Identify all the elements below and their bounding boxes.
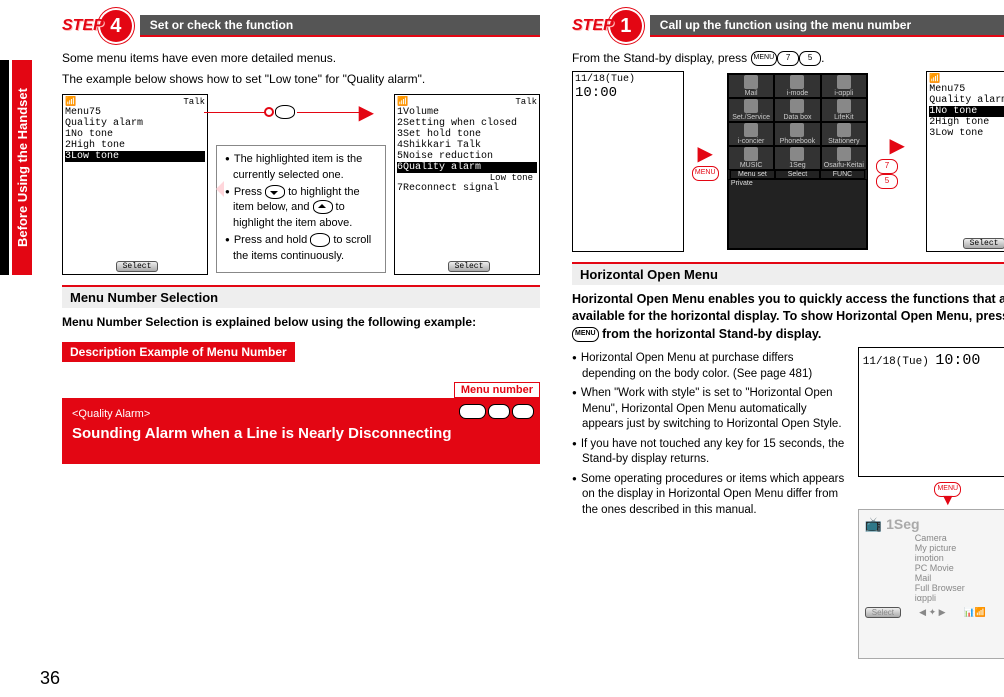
step-title: Set or check the function <box>140 15 540 37</box>
arrow-right-icon: ▶ <box>698 141 713 166</box>
menu-grid-cell: Stationery <box>821 122 867 146</box>
nav-key-icon <box>275 105 295 119</box>
menu-grid-cell: 1Seg <box>774 146 820 170</box>
connector-dot <box>264 107 274 117</box>
select-button: Select <box>116 261 159 272</box>
side-tab-label: Before Using the Handset <box>15 88 30 247</box>
menu-grid-cell: Osaifu-Keitai <box>821 146 867 170</box>
left-column: STEP 4 Set or check the function Some me… <box>50 10 552 650</box>
side-accent <box>0 60 9 275</box>
nav-key-icon <box>310 233 330 247</box>
connector-line <box>204 112 265 113</box>
step-number: 4 <box>100 10 132 42</box>
intro-text: From the Stand-by display, press MENU75. <box>572 50 1004 67</box>
menu-grid-cell: Set./Service <box>728 98 774 122</box>
intro-text-2: The example below shows how to set "Low … <box>62 71 540 88</box>
menu-key-icon: MENU <box>692 166 719 181</box>
menu-grid-cell: MUSIC <box>728 146 774 170</box>
step-number: 1 <box>610 10 642 42</box>
menu-grid-cell: i-concier <box>728 122 774 146</box>
menu-key-icon: MENU <box>751 51 778 66</box>
section-desc: Menu Number Selection is explained below… <box>62 314 540 331</box>
key-5-icon: 5 <box>799 51 821 66</box>
intro-text-1: Some menu items have even more detailed … <box>62 50 540 67</box>
menu-grid-cell: i-mode <box>774 74 820 98</box>
key-5-icon: 5 <box>876 174 898 189</box>
key-7-icon: 7 <box>488 404 510 419</box>
menu-key-icon: MENU <box>572 327 599 342</box>
step-title: Call up the function using the menu numb… <box>650 15 1004 37</box>
nav-down-icon <box>265 185 285 199</box>
list-item: Some operating procedures or items which… <box>572 472 850 519</box>
menu-grid-cell: Phonebook <box>774 122 820 146</box>
callout-arrow-icon <box>208 181 224 197</box>
screenshot-before: 📶Talk Menu75 Quality alarm 1No tone 2Hig… <box>62 94 208 275</box>
horizontal-intro: Horizontal Open Menu enables you to quic… <box>572 291 1004 344</box>
menu-grid-cell: Data box <box>774 98 820 122</box>
list-item: If you have not touched any key for 15 s… <box>572 437 850 468</box>
menu-grid-cell: i-αppli <box>821 74 867 98</box>
subheading-description-example: Description Example of Menu Number <box>62 342 295 362</box>
main-menu-screenshot: Maili-modei-αppli Set./ServiceData boxLif… <box>727 73 868 250</box>
menu-number-example: MENU 7 5 <Quality Alarm> Sounding Alarm … <box>62 398 540 464</box>
page-number: 36 <box>40 668 60 689</box>
menu-key-icon: MENU <box>459 404 486 419</box>
right-column: STEP 1 Call up the function using the me… <box>560 10 1004 650</box>
side-tab: Before Using the Handset <box>12 60 32 275</box>
note-box: The highlighted item is the currently se… <box>216 145 386 273</box>
standby-screenshot: 11/18(Tue) 10:00 <box>572 71 684 252</box>
manual-page: Before Using the Handset 36 STEP 4 Set o… <box>0 0 1004 697</box>
step-header-1: STEP 1 Call up the function using the me… <box>572 10 1004 42</box>
step-header-4: STEP 4 Set or check the function <box>62 10 540 42</box>
list-item: When "Work with style" is set to "Horizo… <box>572 386 850 433</box>
nav-up-icon <box>313 200 333 214</box>
result-screenshot: 📶Talk Menu75 Quality alarm 1No tone 2Hig… <box>926 71 1004 252</box>
menu-number-label: Menu number <box>454 382 540 398</box>
horizontal-bullets: Horizontal Open Menu at purchase differs… <box>572 351 850 522</box>
arrow-right-icon: ▶ <box>359 100 374 125</box>
section-heading-menu-number: Menu Number Selection <box>62 285 540 308</box>
screenshot-after: 📶Talk 1Volume 2Setting when closed 3Set … <box>394 94 540 275</box>
key-5-icon: 5 <box>512 404 534 419</box>
horizontal-standby-screenshot: 11/18(Tue) 10:00 📊📶 <box>858 347 1004 477</box>
menu-grid-cell: Mail <box>728 74 774 98</box>
step-label: STEP <box>62 17 104 35</box>
menu-grid-cell: LifeKit <box>821 98 867 122</box>
section-heading-horizontal: Horizontal Open Menu <box>572 262 1004 285</box>
list-item: Horizontal Open Menu at purchase differs… <box>572 351 850 382</box>
horizontal-menu-screenshot: 📺 1Seg CameraMy pictureimotionPC MovieMa… <box>858 509 1004 659</box>
step-label: STEP <box>572 17 614 35</box>
menu-number-keys: MENU 7 5 <box>459 404 534 419</box>
key-7-icon: 7 <box>777 51 799 66</box>
key-7-icon: 7 <box>876 159 898 174</box>
arrow-right-icon: ▶ <box>889 133 904 158</box>
